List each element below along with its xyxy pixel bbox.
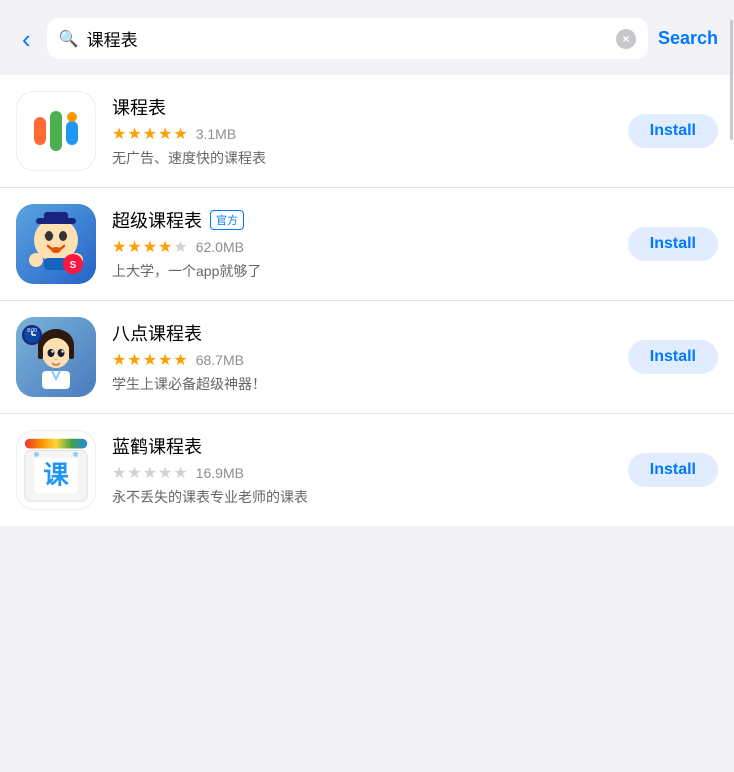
app-icon-kebiao[interactable] [16, 91, 96, 171]
star-3: ★ [143, 463, 157, 483]
star-5: ★ [173, 463, 187, 483]
app-desc-badians: 学生上课必备超级神器！ [112, 374, 612, 394]
app-size: 3.1MB [196, 126, 236, 142]
stars-badians: ★ ★ ★ ★ ★ [112, 350, 188, 370]
star-4: ★ [158, 463, 172, 483]
badians-icon-svg: 8:00 [16, 317, 96, 397]
app-rating-row-lanhe: ★ ★ ★ ★ ★ 16.9MB [112, 463, 612, 483]
app-info-badians: 八点课程表 ★ ★ ★ ★ ★ 68.7MB 学生上课必备超级神器！ [112, 320, 612, 394]
app-rating-row-super: ★ ★ ★ ★ ★ 62.0MB [112, 237, 612, 257]
app-name-row-badians: 八点课程表 [112, 320, 612, 346]
app-size-badians: 68.7MB [196, 352, 244, 368]
star-2: ★ [127, 350, 141, 370]
clear-button[interactable]: × [616, 29, 636, 49]
app-name: 课程表 [112, 94, 166, 120]
super-icon-svg: S [16, 204, 96, 284]
stars-lanhe: ★ ★ ★ ★ ★ [112, 463, 188, 483]
app-desc: 无广告、速度快的课程表 [112, 148, 612, 168]
app-size-lanhe: 16.9MB [196, 465, 244, 481]
app-icon-lanhe[interactable]: 课 [16, 430, 96, 510]
star-4: ★ [158, 124, 172, 144]
star-1: ★ [112, 237, 126, 257]
lanhe-icon-svg: 课 [17, 430, 95, 510]
star-2: ★ [127, 237, 141, 257]
app-item-kebiao: 课程表 ★ ★ ★ ★ ★ 3.1MB 无广告、速度快的课程表 Install [0, 75, 734, 188]
app-item-badians: 8:00 八点课程表 ★ ★ ★ ★ ★ 68.7MB 学生上课必备超级神器！ [0, 301, 734, 414]
app-icon-badians[interactable]: 8:00 [16, 317, 96, 397]
star-5: ★ [173, 124, 187, 144]
svg-text:课: 课 [43, 462, 69, 490]
official-badge: 官方 [210, 210, 244, 230]
app-info-kebiao: 课程表 ★ ★ ★ ★ ★ 3.1MB 无广告、速度快的课程表 [112, 94, 612, 168]
star-2: ★ [127, 124, 141, 144]
app-desc-lanhe: 永不丢失的课表专业老师的课表 [112, 487, 612, 507]
star-5: ★ [173, 237, 187, 257]
app-desc-super: 上大学，一个app就够了 [112, 261, 612, 281]
app-size-super: 62.0MB [196, 239, 244, 255]
app-name-row-lanhe: 蓝鹤课程表 [112, 433, 612, 459]
kebiao-icon-svg [26, 101, 86, 161]
search-button[interactable]: Search [658, 28, 718, 49]
app-rating-row-badians: ★ ★ ★ ★ ★ 68.7MB [112, 350, 612, 370]
install-button-super[interactable]: Install [628, 227, 718, 261]
install-button-kebiao[interactable]: Install [628, 114, 718, 148]
svg-text:S: S [70, 260, 77, 271]
app-list: 课程表 ★ ★ ★ ★ ★ 3.1MB 无广告、速度快的课程表 Install [0, 75, 734, 526]
scrollbar-thumb[interactable] [730, 20, 733, 140]
search-icon: 🔍 [59, 29, 79, 49]
star-1: ★ [112, 463, 126, 483]
back-button[interactable]: ‹ [16, 22, 37, 56]
app-rating-row: ★ ★ ★ ★ ★ 3.1MB [112, 124, 612, 144]
star-3: ★ [143, 237, 157, 257]
app-name-badians: 八点课程表 [112, 320, 202, 346]
app-info-lanhe: 蓝鹤课程表 ★ ★ ★ ★ ★ 16.9MB 永不丢失的课表专业老师的课表 [112, 433, 612, 507]
star-3: ★ [143, 350, 157, 370]
install-button-lanhe[interactable]: Install [628, 453, 718, 487]
stars-super: ★ ★ ★ ★ ★ [112, 237, 188, 257]
star-4: ★ [158, 237, 172, 257]
star-2: ★ [127, 463, 141, 483]
app-item-super: S 超级课程表 官方 ★ ★ ★ ★ ★ 62.0MB 上大学，一个app就够了… [0, 188, 734, 301]
app-item-lanhe: 课 蓝鹤课程表 ★ ★ ★ ★ ★ 16.9MB 永不丢失的课表专业老师的课 [0, 414, 734, 526]
app-name-row: 课程表 [112, 94, 612, 120]
search-bar: 🔍 课程表 × [47, 18, 648, 59]
scrollbar-track [730, 0, 734, 772]
star-1: ★ [112, 124, 126, 144]
stars: ★ ★ ★ ★ ★ [112, 124, 188, 144]
star-4: ★ [158, 350, 172, 370]
star-3: ★ [143, 124, 157, 144]
search-input[interactable]: 课程表 [87, 26, 608, 51]
app-name-row-super: 超级课程表 官方 [112, 207, 612, 233]
app-info-super: 超级课程表 官方 ★ ★ ★ ★ ★ 62.0MB 上大学，一个app就够了 [112, 207, 612, 281]
app-name-super: 超级课程表 [112, 207, 202, 233]
star-5: ★ [173, 350, 187, 370]
app-name-lanhe: 蓝鹤课程表 [112, 433, 202, 459]
header: ‹ 🔍 课程表 × Search [0, 0, 734, 71]
install-button-badians[interactable]: Install [628, 340, 718, 374]
app-icon-super[interactable]: S [16, 204, 96, 284]
star-1: ★ [112, 350, 126, 370]
